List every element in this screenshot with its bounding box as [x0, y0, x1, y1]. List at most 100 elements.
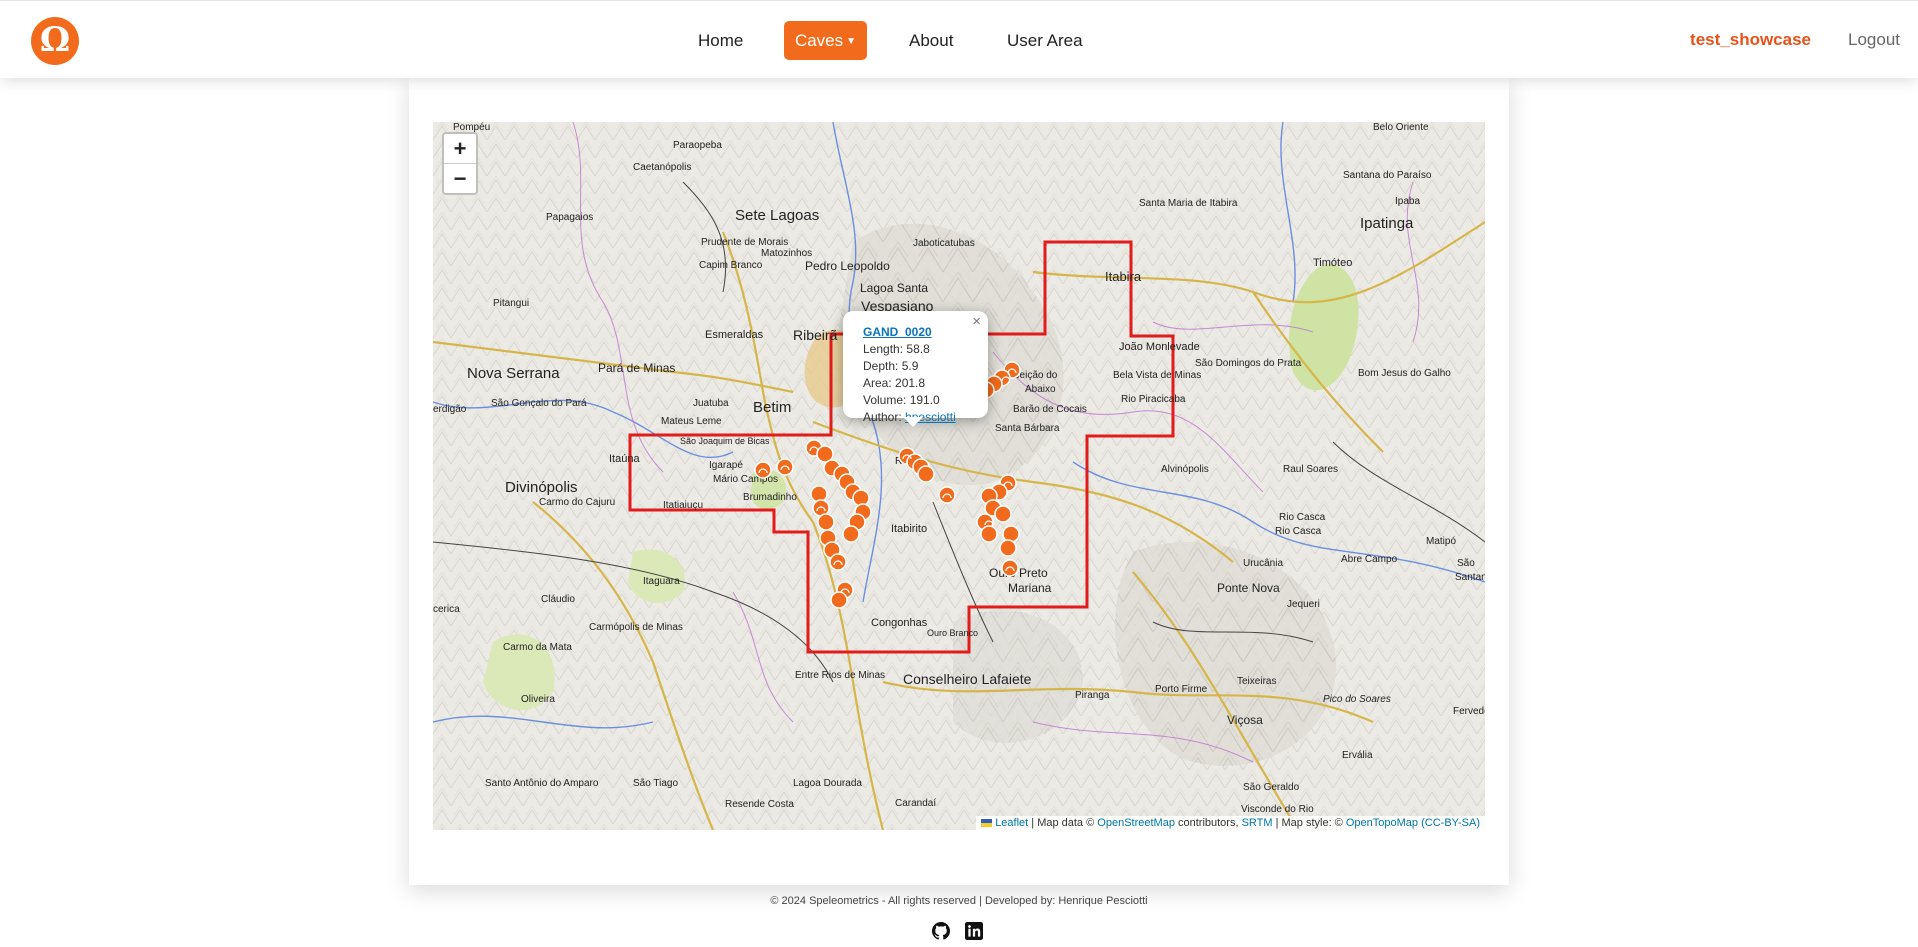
map-label: Rio Casca: [1275, 526, 1322, 537]
map-label: Divinópolis: [505, 479, 578, 496]
map-label: cerica: [433, 604, 460, 615]
map-label: Ouro Branco: [927, 628, 978, 638]
footer-text: © 2024 Speleometrics - All rights reserv…: [770, 895, 1148, 907]
map-label: Brumadinho: [743, 492, 797, 503]
current-user[interactable]: test_showcase: [1690, 30, 1811, 50]
map-label: Paraopeba: [673, 140, 722, 151]
map-label: Ipatinga: [1360, 215, 1414, 232]
map-label: Rio Casca: [1279, 512, 1326, 523]
srtm-link[interactable]: SRTM: [1242, 817, 1273, 829]
map-label: São Domingos do Prata: [1195, 358, 1302, 369]
map-label: Raul Soares: [1283, 464, 1338, 475]
map-label: erdigão: [433, 404, 467, 415]
map-label: Piranga: [1075, 690, 1110, 701]
map-label: Alvinópolis: [1161, 464, 1209, 475]
osm-link[interactable]: OpenStreetMap: [1097, 817, 1175, 829]
map-label: Santana do Paraíso: [1343, 170, 1432, 181]
map-label: Papagaios: [546, 212, 593, 223]
map-label: Lagoa Dourada: [793, 778, 862, 789]
nav-caves-dropdown[interactable]: Caves ▼: [784, 21, 867, 60]
zoom-control: + −: [442, 132, 478, 195]
map-label: Abaixo: [1025, 384, 1056, 395]
map-label: Viçosa: [1227, 713, 1263, 727]
map-label: Carmópolis de Minas: [589, 622, 683, 633]
map-label: São Gonçalo do Pará: [491, 398, 587, 409]
linkedin-icon[interactable]: [965, 922, 983, 940]
map-label: Bela Vista de Minas: [1113, 370, 1201, 381]
close-icon[interactable]: ×: [972, 313, 981, 330]
map-label: Matipó: [1426, 536, 1456, 547]
license-link[interactable]: (CC-BY-SA): [1421, 817, 1480, 829]
map-label: São Joaquim de Bicas: [680, 436, 770, 446]
map-label: Itatiaiuçu: [663, 500, 703, 511]
map-label: Mateus Leme: [661, 416, 722, 427]
logout-link[interactable]: Logout: [1848, 30, 1900, 50]
zoom-in-button[interactable]: +: [444, 134, 476, 164]
map-label: Santo Antônio do Amparo: [485, 778, 599, 789]
map-label: Congonhas: [871, 617, 928, 629]
map-label: Timóteo: [1313, 257, 1352, 269]
map-label: São Tiago: [633, 778, 678, 789]
cave-depth: 5.9: [901, 359, 919, 373]
leaflet-link[interactable]: Leaflet: [995, 817, 1028, 829]
nav-about[interactable]: About: [909, 21, 953, 60]
map-label: São Geraldo: [1243, 782, 1300, 793]
map-label: Conselheiro Lafaiete: [903, 671, 1032, 687]
map-label: Cláudio: [541, 594, 575, 605]
map-tiles: Pompéu Belo Oriente Paraopeba Caetanópol…: [433, 122, 1485, 830]
map-label: Itabira: [1105, 269, 1142, 284]
main-nav: Home Caves ▼ About User Area: [0, 21, 1918, 61]
map-label: São: [1457, 558, 1475, 569]
cave-map[interactable]: Pompéu Belo Oriente Paraopeba Caetanópol…: [433, 122, 1485, 830]
map-label: Fervedo: [1453, 706, 1485, 717]
nav-home[interactable]: Home: [698, 21, 743, 60]
map-label: Urucânia: [1243, 558, 1283, 569]
map-label: Carandaí: [895, 798, 936, 809]
map-label: Itabirito: [891, 523, 927, 535]
map-label: Pará de Minas: [598, 361, 675, 375]
map-label: Esmeraldas: [705, 329, 764, 341]
map-label: Barão de Cocais: [1013, 404, 1087, 415]
map-label: Lagoa Santa: [860, 281, 928, 295]
map-label: Sete Lagoas: [735, 207, 819, 224]
cave-area: 201.8: [895, 376, 926, 390]
map-label: Teixeiras: [1237, 676, 1276, 687]
caret-down-icon: ▼: [846, 36, 857, 47]
map-label: Carmo do Cajuru: [539, 497, 615, 508]
map-label: Igarapé: [709, 460, 743, 471]
map-label: Betim: [753, 399, 791, 416]
map-label: Itaguara: [643, 576, 680, 587]
map-label: Bom Jesus do Galho: [1358, 368, 1451, 379]
map-label: Mariana: [1008, 581, 1052, 595]
map-label: Itaúna: [609, 453, 640, 465]
map-label: Resende Costa: [725, 799, 794, 810]
cave-length: 58.8: [906, 342, 930, 356]
map-label: Matozinhos: [761, 248, 812, 259]
map-label: Santa Bárbara: [995, 423, 1060, 434]
map-label: Visconde do Rio: [1241, 804, 1314, 815]
map-label: Oliveira: [521, 694, 555, 705]
opentopomap-link[interactable]: OpenTopoMap: [1346, 817, 1418, 829]
map-label: Jaboticatubas: [913, 238, 975, 249]
map-label: Santa Maria de Itabira: [1139, 198, 1238, 209]
map-label: Prudente de Morais: [701, 237, 788, 248]
map-label: Pedro Leopoldo: [805, 259, 890, 273]
map-label: Carmo da Mata: [503, 642, 572, 653]
map-label: Pitangui: [493, 298, 529, 309]
map-label: Capim Branco: [699, 260, 763, 271]
map-label: Belo Oriente: [1373, 122, 1429, 133]
cave-popup: × GAND_0020 Length: 58.8 Depth: 5.9 Area…: [843, 311, 988, 427]
nav-user-area[interactable]: User Area: [1007, 21, 1083, 60]
map-label: Ipaba: [1395, 196, 1420, 207]
map-label: Ponte Nova: [1217, 581, 1280, 595]
map-attribution: Leaflet | Map data © OpenStreetMap contr…: [976, 816, 1485, 830]
zoom-out-button[interactable]: −: [444, 164, 476, 193]
map-label: Jequeri: [1287, 599, 1320, 610]
map-label: Entre Rios de Minas: [795, 670, 885, 681]
map-label: Nova Serrana: [467, 365, 560, 382]
map-label: Ervália: [1342, 750, 1373, 761]
map-label: Ribeirã: [793, 327, 838, 343]
map-label: Porto Firme: [1155, 684, 1208, 695]
github-icon[interactable]: [932, 922, 950, 940]
cave-title-link[interactable]: GAND_0020: [863, 325, 932, 339]
